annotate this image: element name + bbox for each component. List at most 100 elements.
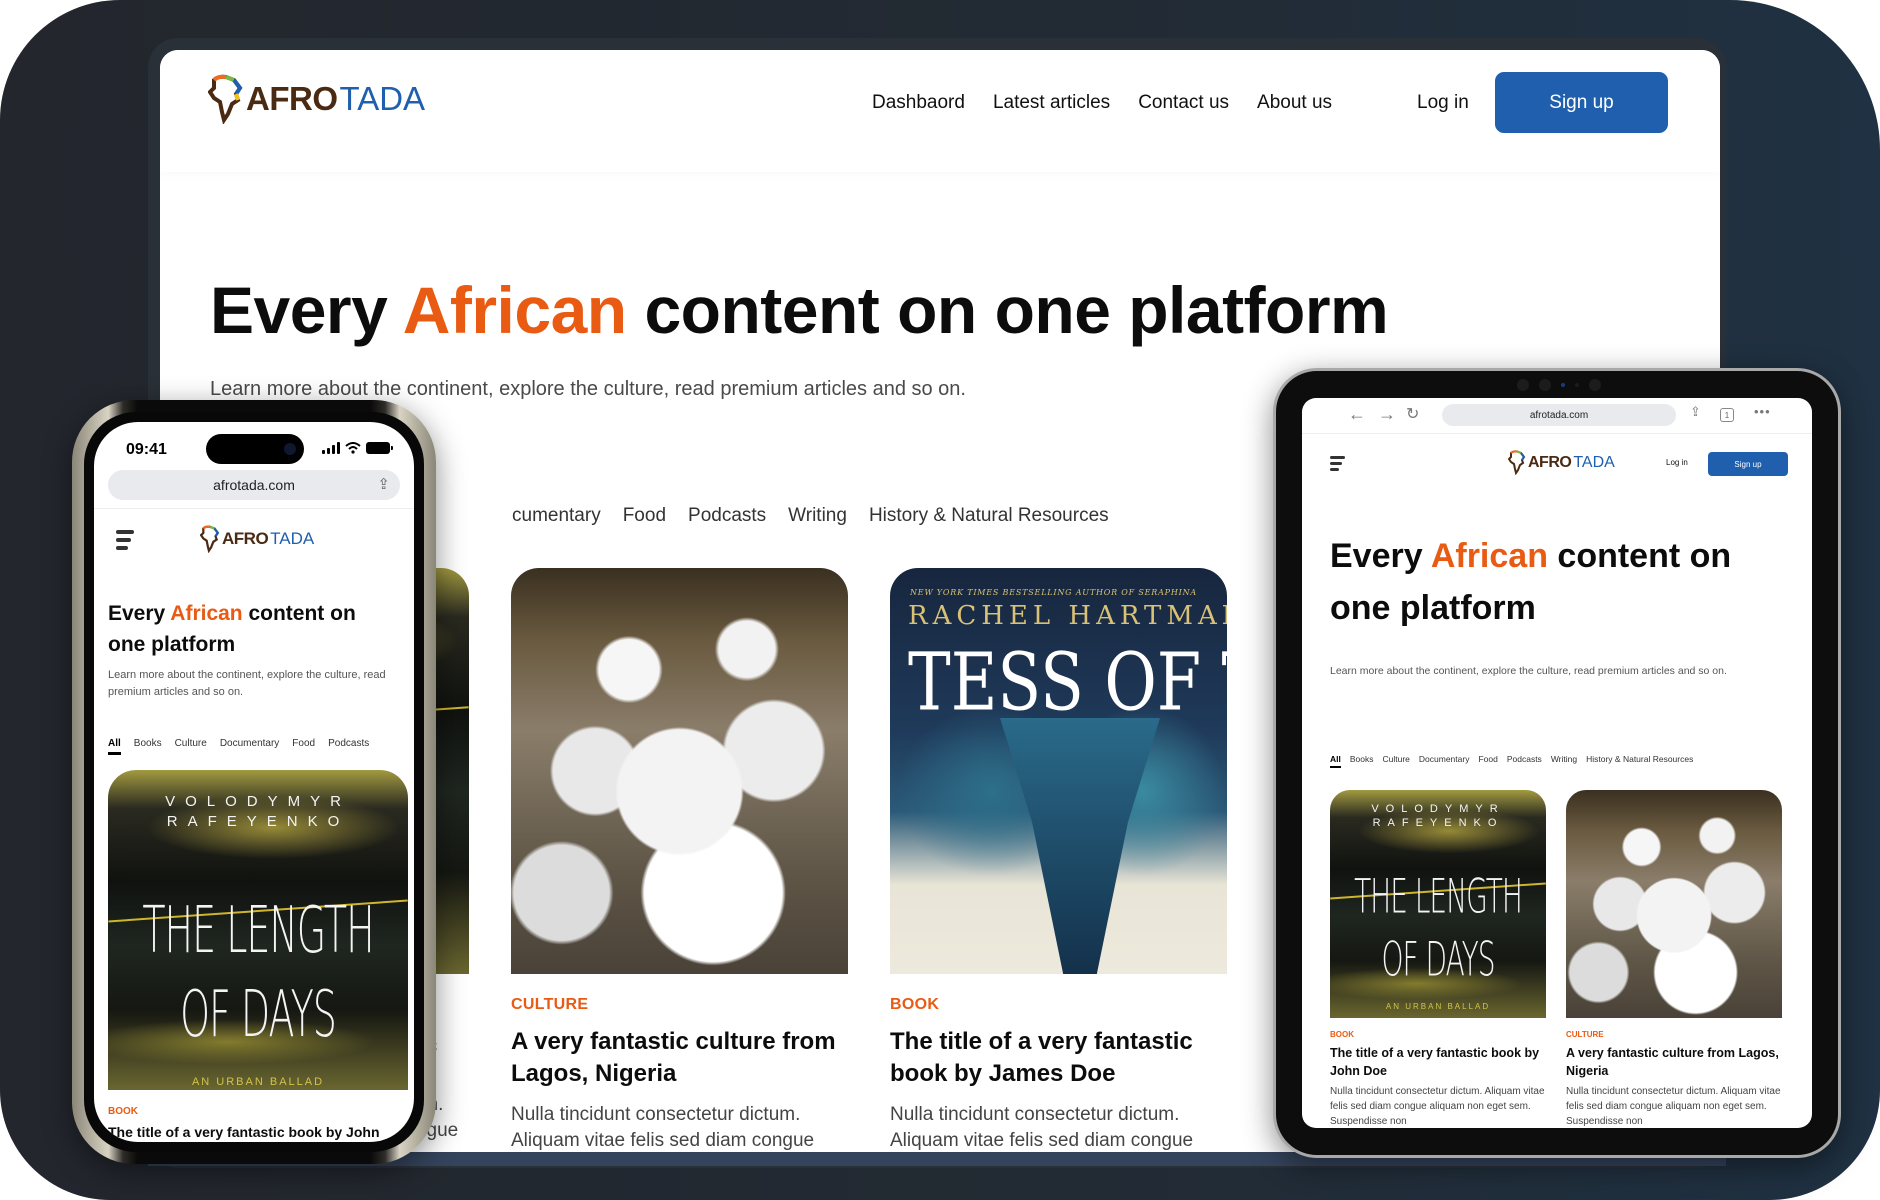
card-category: BOOK bbox=[890, 996, 940, 1013]
article-card[interactable]: VOLODYMYR RAFEYENKO THE LENGTH OF DAYS A… bbox=[1330, 790, 1546, 1128]
desktop-header: AFRO TADA Dashbaord Latest articles Cont… bbox=[160, 50, 1720, 172]
nav-about-us[interactable]: About us bbox=[1257, 92, 1332, 114]
card-title[interactable]: The title of a very fantastic book by Jo… bbox=[108, 1124, 380, 1140]
signal-icon bbox=[322, 442, 340, 454]
category-tabs: All Books Culture Documentary Food Podca… bbox=[108, 738, 369, 755]
category-tabs: All Books Culture Documentary Food Podca… bbox=[1330, 754, 1693, 768]
tab-history-natural-resources[interactable]: History & Natural Resources bbox=[1586, 754, 1693, 768]
hero-title-end: content on one platform bbox=[626, 273, 1389, 347]
category-tabs: cumentary Food Podcasts Writing History … bbox=[512, 505, 1109, 527]
card-body: Nulla tincidunt consectetur dictum. Aliq… bbox=[1566, 1086, 1781, 1127]
tab-podcasts[interactable]: Podcasts bbox=[328, 738, 369, 755]
address-bar[interactable]: afrotada.com bbox=[1442, 404, 1676, 426]
card-title: The title of a very fantastic book by Ja… bbox=[890, 1028, 1193, 1087]
reload-icon[interactable]: ↻ bbox=[1406, 404, 1419, 424]
nav-contact-us[interactable]: Contact us bbox=[1138, 92, 1229, 114]
phone-screen: 09:41 afrotada.com ⇪ AFRO TADA Every Afr… bbox=[94, 422, 414, 1142]
card-body: Nulla tincidunt consectetur dictum. Aliq… bbox=[511, 1104, 815, 1151]
tab-documentary[interactable]: Documentary bbox=[1419, 754, 1470, 768]
hero-subtitle: Learn more about the continent, explore … bbox=[1330, 665, 1727, 677]
logo-tada-text: TADA bbox=[339, 80, 426, 117]
logo-afro-text: AFRO bbox=[1528, 453, 1572, 471]
url-text: afrotada.com bbox=[213, 477, 295, 493]
tabs-count-icon[interactable]: 1 bbox=[1720, 408, 1734, 422]
card-title: The title of a very fantastic book by Jo… bbox=[1330, 1046, 1540, 1078]
card-body: Nulla tincidunt consectetur dictum. Aliq… bbox=[890, 1104, 1194, 1151]
tab-books[interactable]: Books bbox=[134, 738, 162, 755]
cover-author-line1: VOLODYMYR bbox=[1371, 803, 1505, 815]
cover-author: VOLODYMYR RAFEYENKO bbox=[1330, 790, 1546, 830]
hero-title-accent: African bbox=[170, 602, 243, 625]
camera-icon bbox=[284, 443, 296, 455]
tab-food[interactable]: Food bbox=[292, 738, 315, 755]
tab-all[interactable]: All bbox=[1330, 754, 1341, 768]
signup-button[interactable]: Sign up bbox=[1495, 72, 1668, 133]
card-category: BOOK bbox=[1330, 1030, 1354, 1039]
dynamic-island bbox=[206, 434, 304, 464]
tab-writing[interactable]: Writing bbox=[788, 505, 847, 527]
logo-afro-text: AFRO bbox=[222, 529, 269, 548]
brand-logo[interactable]: AFRO TADA bbox=[200, 525, 314, 553]
africa-logo-icon bbox=[208, 74, 243, 124]
more-options-icon[interactable]: ••• bbox=[1754, 404, 1771, 419]
nav-dashboard[interactable]: Dashbaord bbox=[872, 92, 965, 114]
signup-button[interactable]: Sign up bbox=[1708, 452, 1788, 476]
cover-subtitle: AN URBAN BALLAD bbox=[1385, 1002, 1491, 1011]
tab-food[interactable]: Food bbox=[1478, 754, 1497, 768]
tab-documentary[interactable]: Documentary bbox=[220, 738, 279, 755]
tab-writing[interactable]: Writing bbox=[1551, 754, 1577, 768]
nav-latest-articles[interactable]: Latest articles bbox=[993, 92, 1110, 114]
forward-arrow-icon[interactable]: → bbox=[1378, 404, 1396, 425]
card-category: CULTURE bbox=[511, 996, 589, 1013]
article-cards: VOLODYMYR RAFEYENKO THE LENGTH OF DAYS A… bbox=[1330, 790, 1782, 1128]
book-cover-image[interactable]: VOLODYMYR RAFEYENKO THE LENGTH OF DAYS A… bbox=[108, 770, 408, 1090]
hamburger-menu-icon[interactable] bbox=[116, 530, 134, 554]
desktop-nav: Dashbaord Latest articles Contact us Abo… bbox=[872, 92, 1332, 114]
login-link[interactable]: Log in bbox=[1666, 458, 1688, 467]
cover-title-line2: OF DAYS bbox=[180, 976, 337, 1052]
brand-logo[interactable]: AFRO TADA bbox=[208, 74, 425, 124]
login-link[interactable]: Log in bbox=[1417, 92, 1469, 114]
culture-photo-image bbox=[511, 568, 848, 974]
card-body: Nulla tincidunt consectetur dictum. Aliq… bbox=[1330, 1086, 1545, 1127]
hero-title: Every African content on one platform bbox=[1330, 530, 1790, 634]
hero-title-accent: African bbox=[1430, 537, 1548, 575]
tab-podcasts[interactable]: Podcasts bbox=[1507, 754, 1542, 768]
logo-tada-text: TADA bbox=[1573, 453, 1615, 471]
tab-books[interactable]: Books bbox=[1350, 754, 1374, 768]
back-arrow-icon[interactable]: ← bbox=[1348, 404, 1366, 425]
share-icon[interactable]: ⇪ bbox=[377, 475, 390, 493]
hero-title-start: Every bbox=[108, 602, 171, 625]
tab-food[interactable]: Food bbox=[623, 505, 666, 527]
cover-author-line2: RAFEYENKO bbox=[166, 813, 350, 830]
africa-logo-icon bbox=[200, 525, 220, 553]
card-category: CULTURE bbox=[1566, 1030, 1604, 1039]
wifi-icon bbox=[345, 442, 361, 454]
tablet-screen: ← → ↻ afrotada.com ⇪ 1 ••• AFRO TADA Log… bbox=[1302, 398, 1812, 1128]
url-text: afrotada.com bbox=[1529, 409, 1589, 421]
tab-culture[interactable]: Culture bbox=[1383, 754, 1410, 768]
tab-history-natural-resources[interactable]: History & Natural Resources bbox=[869, 505, 1109, 527]
cover-title: TESS OF THE ROAD bbox=[908, 637, 1227, 730]
tab-culture[interactable]: Culture bbox=[175, 738, 207, 755]
battery-icon bbox=[366, 442, 393, 454]
article-card[interactable]: CULTURE A very fantastic culture from La… bbox=[1566, 790, 1782, 1128]
brand-logo[interactable]: AFRO TADA bbox=[1508, 450, 1615, 475]
cover-author: VOLODYMYR RAFEYENKO bbox=[108, 770, 408, 832]
tab-podcasts[interactable]: Podcasts bbox=[688, 505, 766, 527]
hero-title: Every African content on one platform bbox=[108, 598, 398, 660]
cover-author: RACHEL HARTMAN bbox=[908, 601, 1227, 631]
cover-illustration bbox=[1000, 718, 1160, 974]
tab-documentary[interactable]: cumentary bbox=[512, 505, 601, 527]
share-icon[interactable]: ⇪ bbox=[1690, 404, 1701, 420]
tab-all[interactable]: All bbox=[108, 738, 121, 755]
cover-title-line2: OF DAYS bbox=[1381, 931, 1496, 988]
logo-tada-text: TADA bbox=[270, 529, 315, 548]
hamburger-menu-icon[interactable] bbox=[1330, 456, 1345, 474]
article-card[interactable]: NEW YORK TIMES BESTSELLING AUTHOR OF SER… bbox=[890, 568, 1227, 1152]
cover-title-line1: THE LENGTH bbox=[142, 892, 374, 968]
address-bar[interactable]: afrotada.com ⇪ bbox=[108, 470, 400, 500]
card-title: A very fantastic culture from Lagos, Nig… bbox=[1566, 1046, 1779, 1078]
cover-tagline: NEW YORK TIMES BESTSELLING AUTHOR OF SER… bbox=[910, 588, 1197, 597]
article-card[interactable]: CULTURE A very fantastic culture from La… bbox=[511, 568, 848, 1152]
